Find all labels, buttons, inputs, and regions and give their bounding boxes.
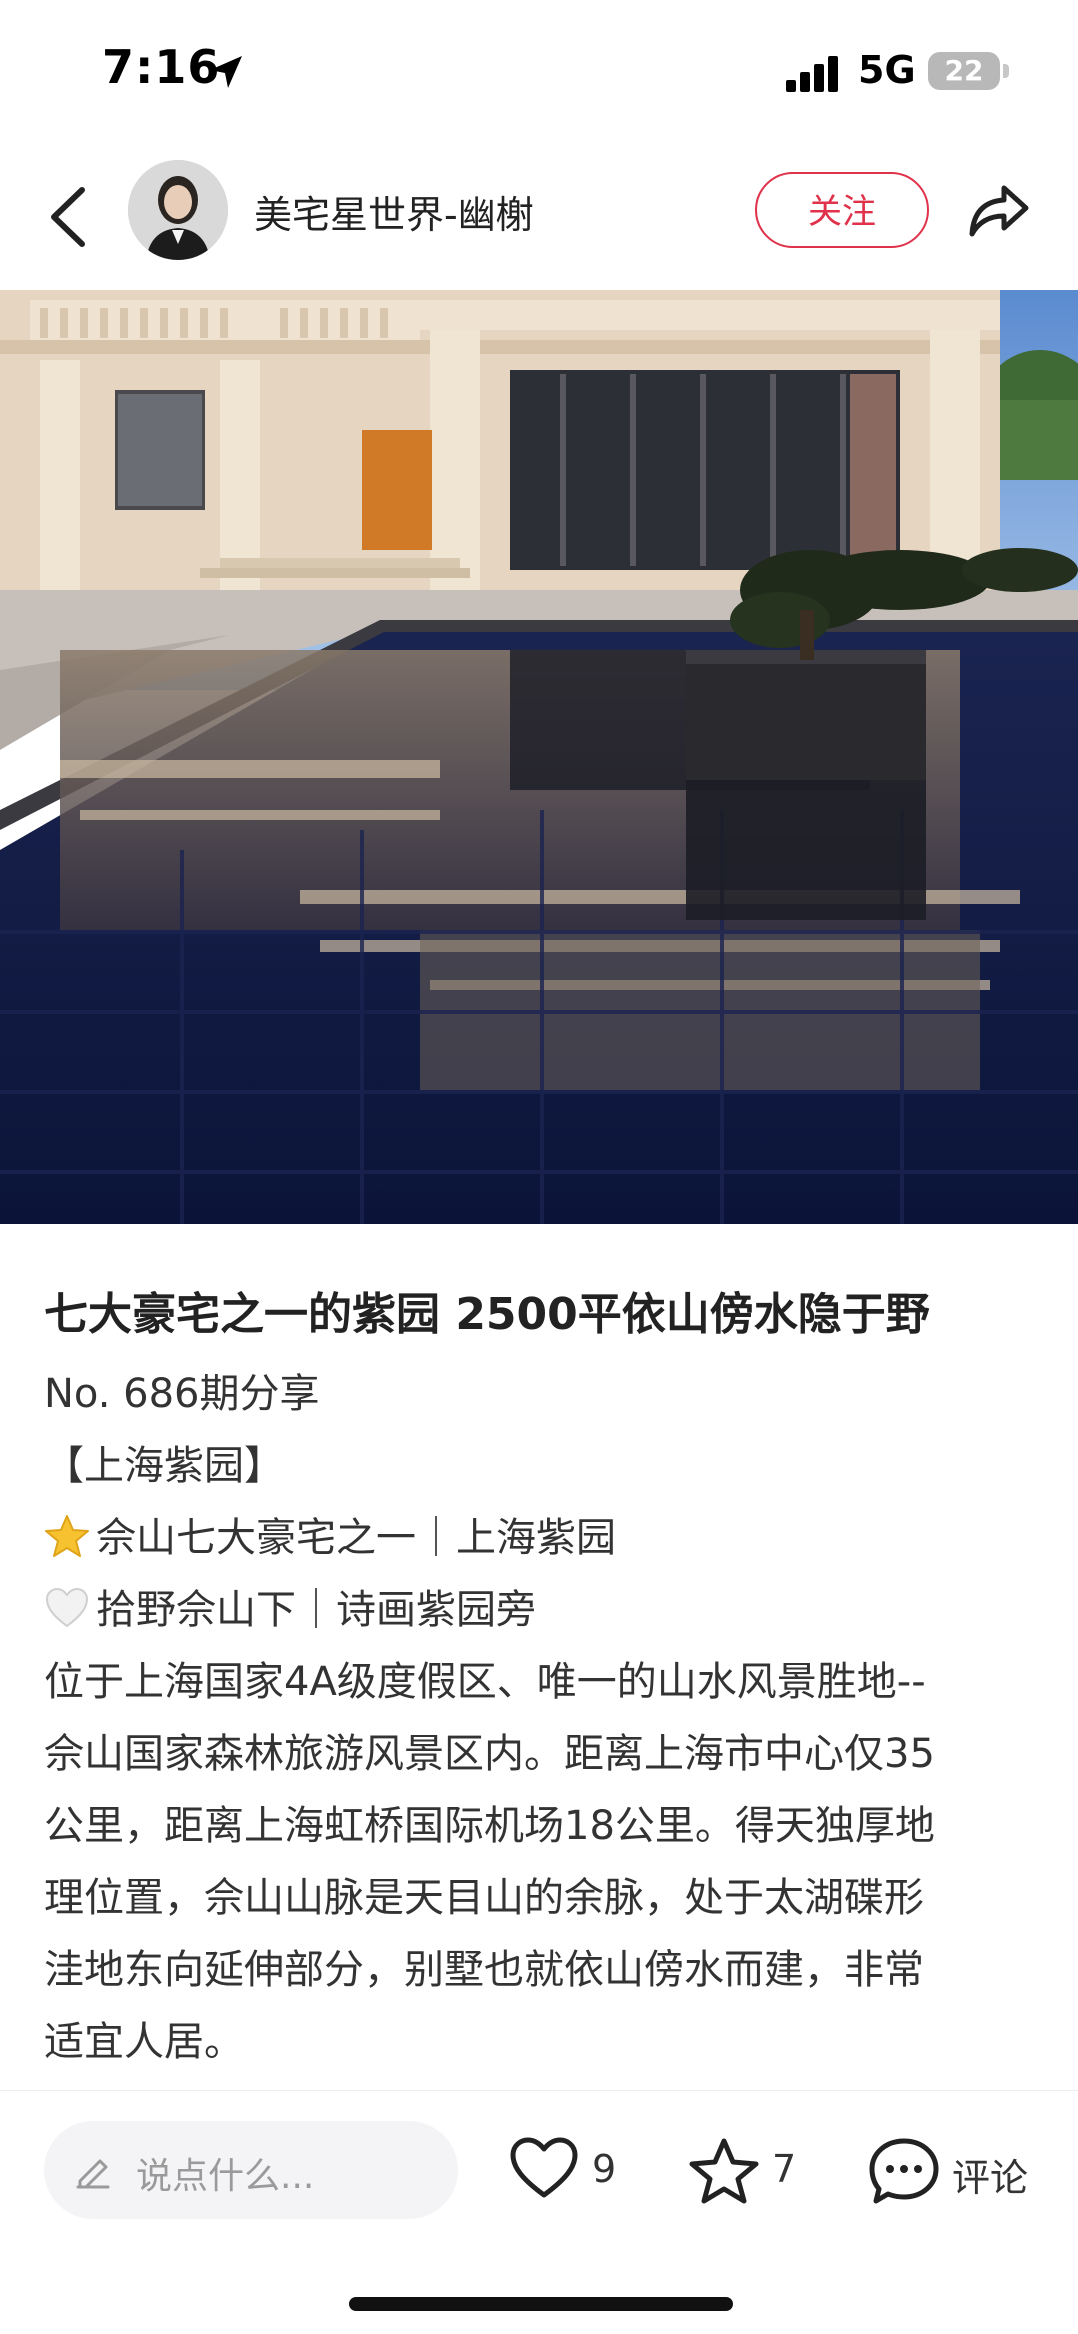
comment-input[interactable]: 说点什么...: [44, 2121, 458, 2219]
home-indicator: [349, 2297, 733, 2311]
status-time: 7:16: [102, 40, 221, 94]
pencil-icon: [76, 2159, 110, 2189]
post-body-line: 理位置，佘山山脉是天目山的余脉，处于太湖碟形: [44, 1875, 924, 1921]
highlight-2-text: 拾野佘山下｜诗画紫园旁: [96, 1587, 536, 1633]
comment-label: 评论: [952, 2156, 1029, 2200]
post-body-line: 洼地东向延伸部分，别墅也就依山傍水而建，非常: [44, 1947, 924, 1993]
share-arrow-icon[interactable]: [964, 176, 1034, 246]
post-issue: No. 686期分享: [44, 1371, 320, 1417]
battery-icon: 22: [928, 52, 1000, 90]
post-body-line: 公里，距离上海虹桥国际机场18公里。得天独厚地: [44, 1803, 935, 1849]
battery-cap: [1003, 64, 1009, 78]
signal-icon: [786, 56, 838, 92]
comment-placeholder: 说点什么...: [136, 2156, 315, 2197]
villa-pool-photo: [0, 290, 1078, 1224]
status-bar: 7:16 5G 22: [0, 0, 1078, 140]
follow-button[interactable]: 关注: [755, 172, 929, 248]
post-highlight-2: 拾野佘山下｜诗画紫园旁: [44, 1574, 1044, 1646]
avatar[interactable]: [128, 160, 228, 260]
like-button[interactable]: 9: [508, 2131, 618, 2211]
bottom-action-bar: 说点什么... 9 7 评论: [0, 2090, 1078, 2334]
post-body-line: 适宜人居。: [44, 2019, 244, 2065]
location-arrow-icon: [210, 56, 242, 88]
like-count: 9: [592, 2147, 617, 2191]
author-name[interactable]: 美宅星世界-幽榭: [254, 184, 534, 239]
post-content: 七大豪宅之一的紫园 2500平依山傍水隐于野 No. 686期分享 【上海紫园】…: [44, 1280, 1044, 2078]
post-body: 位于上海国家4A级度假区、唯一的山水风景胜地-- 佘山国家森林旅游风景区内。距离…: [44, 1646, 1044, 2078]
chevron-left-icon[interactable]: [40, 182, 100, 252]
collect-count: 7: [772, 2147, 797, 2191]
post-image[interactable]: [0, 290, 1078, 1224]
comment-button[interactable]: 评论: [868, 2131, 1048, 2211]
post-bracket-title: 【上海紫园】: [44, 1443, 284, 1489]
star-icon: [689, 2138, 759, 2204]
avatar-image: [128, 160, 228, 260]
note-header: 美宅星世界-幽榭 关注: [0, 140, 1078, 290]
network-type: 5G: [858, 48, 916, 92]
post-title: 七大豪宅之一的紫园 2500平依山傍水隐于野: [44, 1289, 930, 1340]
highlight-1-text: 佘山七大豪宅之一｜上海紫园: [96, 1515, 616, 1561]
post-highlight-1: 佘山七大豪宅之一｜上海紫园: [44, 1502, 1044, 1574]
collect-button[interactable]: 7: [688, 2131, 798, 2211]
heart-icon: [510, 2137, 578, 2198]
post-body-line: 位于上海国家4A级度假区、唯一的山水风景胜地--: [44, 1659, 926, 1705]
battery-level: 22: [944, 54, 984, 87]
white-heart-emoji-icon: [45, 1587, 89, 1628]
post-body-line: 佘山国家森林旅游风景区内。距离上海市中心仅35: [44, 1731, 935, 1777]
star-emoji-icon: [45, 1515, 89, 1557]
chat-bubble-icon: [869, 2138, 939, 2204]
note-detail-page: 7:16 5G 22 美宅星世界-幽榭 关注 七大豪宅之一的紫园 2500平依山…: [0, 0, 1078, 2334]
